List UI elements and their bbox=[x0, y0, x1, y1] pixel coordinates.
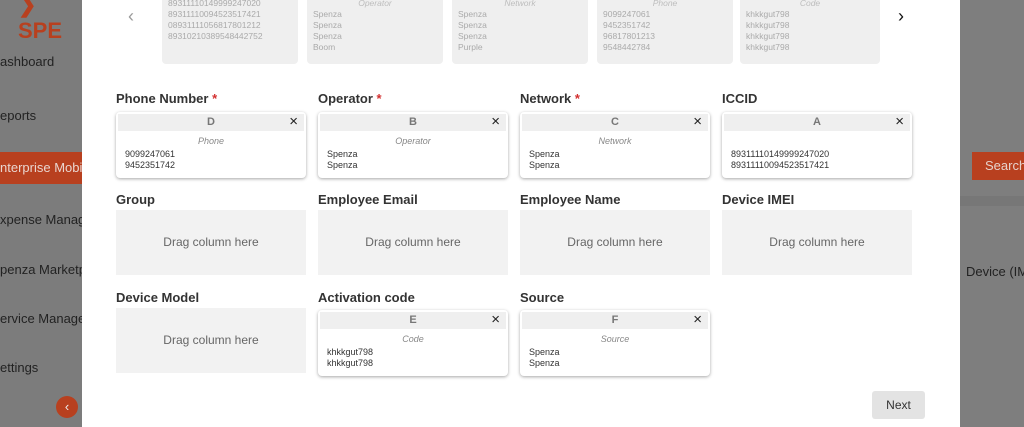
drop-zone-group[interactable]: Drag column here bbox=[116, 210, 306, 275]
sidebar-item-settings[interactable]: ettings bbox=[0, 360, 38, 375]
field-label-source: Source bbox=[520, 290, 565, 305]
background-content bbox=[960, 0, 1024, 427]
sample-value: khkkgut798 bbox=[327, 358, 374, 368]
preview-column-card: Code khkkgut798 khkkgut798 khkkgut798 kh… bbox=[740, 0, 880, 64]
column-header: Operator bbox=[395, 136, 431, 146]
background-row-divider bbox=[960, 196, 1024, 206]
sidebar-item-enterprise-mobility[interactable]: nterprise Mobi bbox=[0, 152, 82, 184]
preview-next-button[interactable]: › bbox=[898, 6, 904, 27]
sample-value: Spenza bbox=[529, 160, 560, 170]
column-header-device-imei: Device (IM bbox=[966, 264, 1024, 279]
chevron-right-icon: › bbox=[898, 6, 904, 26]
sample-value: Spenza bbox=[327, 160, 358, 170]
sidebar-item-expense-management[interactable]: xpense Manage bbox=[0, 212, 93, 227]
remove-mapping-button[interactable]: × bbox=[289, 114, 298, 130]
column-letter: A bbox=[724, 114, 910, 131]
column-header: Code bbox=[402, 334, 424, 344]
field-label-operator: Operator * bbox=[318, 91, 382, 106]
close-icon: × bbox=[693, 311, 702, 328]
column-header: Network bbox=[598, 136, 632, 146]
sample-value: Spenza bbox=[327, 149, 358, 159]
sample-value: khkkgut798 bbox=[327, 347, 374, 357]
next-button[interactable]: Next bbox=[872, 391, 925, 419]
sidebar-item-dashboard[interactable]: ashboard bbox=[0, 54, 54, 69]
sample-value: 9452351742 bbox=[125, 160, 176, 170]
close-icon: × bbox=[491, 113, 500, 130]
mapped-column-network[interactable]: C × Network Spenza Spenza bbox=[520, 112, 710, 178]
field-label-iccid: ICCID bbox=[722, 91, 758, 106]
sidebar-item-reports[interactable]: eports bbox=[0, 108, 36, 123]
mapped-column-source[interactable]: F × Source Spenza Spenza bbox=[520, 310, 710, 376]
column-mapping-modal: ‹ › 89311110149999247020 893111100945235… bbox=[82, 0, 960, 427]
drop-zone-employee-name[interactable]: Drag column here bbox=[520, 210, 710, 275]
remove-mapping-button[interactable]: × bbox=[693, 114, 702, 130]
close-icon: × bbox=[289, 113, 298, 130]
sample-value: 9099247061 bbox=[125, 149, 176, 159]
sidebar-item-service-management[interactable]: ervice Manager bbox=[0, 311, 90, 326]
field-label-network: Network * bbox=[520, 91, 580, 106]
sample-value: 89311110094523517421 bbox=[731, 160, 830, 170]
drop-zone-device-imei[interactable]: Drag column here bbox=[722, 210, 912, 275]
column-letter: D bbox=[118, 114, 304, 131]
remove-mapping-button[interactable]: × bbox=[895, 114, 904, 130]
app-logo: ❯ SPE bbox=[18, 0, 63, 43]
preview-column-card: Network Spenza Spenza Spenza Purple bbox=[452, 0, 588, 64]
remove-mapping-button[interactable]: × bbox=[491, 312, 500, 328]
mapped-column-iccid[interactable]: A × 89311110149999247020 893111100945235… bbox=[722, 112, 912, 178]
preview-column-card: Phone 9099247061 9452351742 96817801213 … bbox=[597, 0, 733, 64]
sample-value: Spenza bbox=[529, 347, 560, 357]
drop-zone-employee-email[interactable]: Drag column here bbox=[318, 210, 508, 275]
sample-value: 89311110149999247020 bbox=[731, 149, 830, 159]
background-sidebar: ❯ SPE ashboard eports nterprise Mobi xpe… bbox=[0, 0, 93, 427]
close-icon: × bbox=[491, 311, 500, 328]
sample-value: Spenza bbox=[529, 358, 560, 368]
preview-column-card: 89311110149999247020 8931111009452351742… bbox=[162, 0, 298, 64]
mapped-column-operator[interactable]: B × Operator Spenza Spenza bbox=[318, 112, 508, 178]
field-label-phone-number: Phone Number * bbox=[116, 91, 218, 106]
close-icon: × bbox=[895, 113, 904, 130]
column-letter: F bbox=[522, 312, 708, 329]
column-letter: E bbox=[320, 312, 506, 329]
column-header: Phone bbox=[197, 136, 225, 146]
preview-column-card: Operator Spenza Spenza Spenza Boom bbox=[307, 0, 443, 64]
drop-zone-device-model[interactable]: Drag column here bbox=[116, 308, 306, 373]
field-label-activation-code: Activation code bbox=[318, 290, 415, 305]
field-label-employee-email: Employee Email bbox=[318, 192, 418, 207]
field-label-group: Group bbox=[116, 192, 155, 207]
field-label-employee-name: Employee Name bbox=[520, 192, 621, 207]
column-header: Source bbox=[600, 334, 630, 344]
chevron-left-icon: ‹ bbox=[128, 6, 134, 26]
field-label-device-model: Device Model bbox=[116, 290, 200, 305]
preview-prev-button[interactable]: ‹ bbox=[128, 6, 134, 27]
field-label-device-imei: Device IMEI bbox=[722, 192, 795, 207]
remove-mapping-button[interactable]: × bbox=[491, 114, 500, 130]
sample-value: Spenza bbox=[529, 149, 560, 159]
column-letter: B bbox=[320, 114, 506, 131]
search-button[interactable]: Search bbox=[972, 152, 1024, 180]
collapse-sidebar-button[interactable]: ‹ bbox=[56, 396, 78, 418]
mapped-column-phone[interactable]: D × Phone 9099247061 9452351742 bbox=[116, 112, 306, 178]
close-icon: × bbox=[693, 113, 702, 130]
sidebar-item-marketplace[interactable]: penza Marketp bbox=[0, 262, 86, 277]
remove-mapping-button[interactable]: × bbox=[693, 312, 702, 328]
chevron-left-icon: ‹ bbox=[64, 399, 70, 414]
column-letter: C bbox=[522, 114, 708, 131]
mapped-column-activation-code[interactable]: E × Code khkkgut798 khkkgut798 bbox=[318, 310, 508, 376]
